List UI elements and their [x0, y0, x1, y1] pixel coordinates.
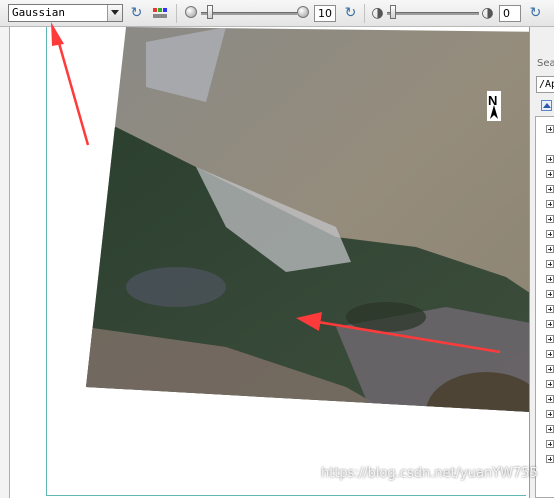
annotation-arrowhead-1: [51, 22, 64, 46]
watermark-text: https://blog.csdn.net/yuanYW755: [321, 466, 538, 481]
annotation-arrow-1: [55, 35, 90, 146]
annotation-arrows: [51, 22, 501, 354]
annotation-arrowhead-2: [296, 312, 322, 331]
annotation-arrow-2: [317, 320, 501, 354]
